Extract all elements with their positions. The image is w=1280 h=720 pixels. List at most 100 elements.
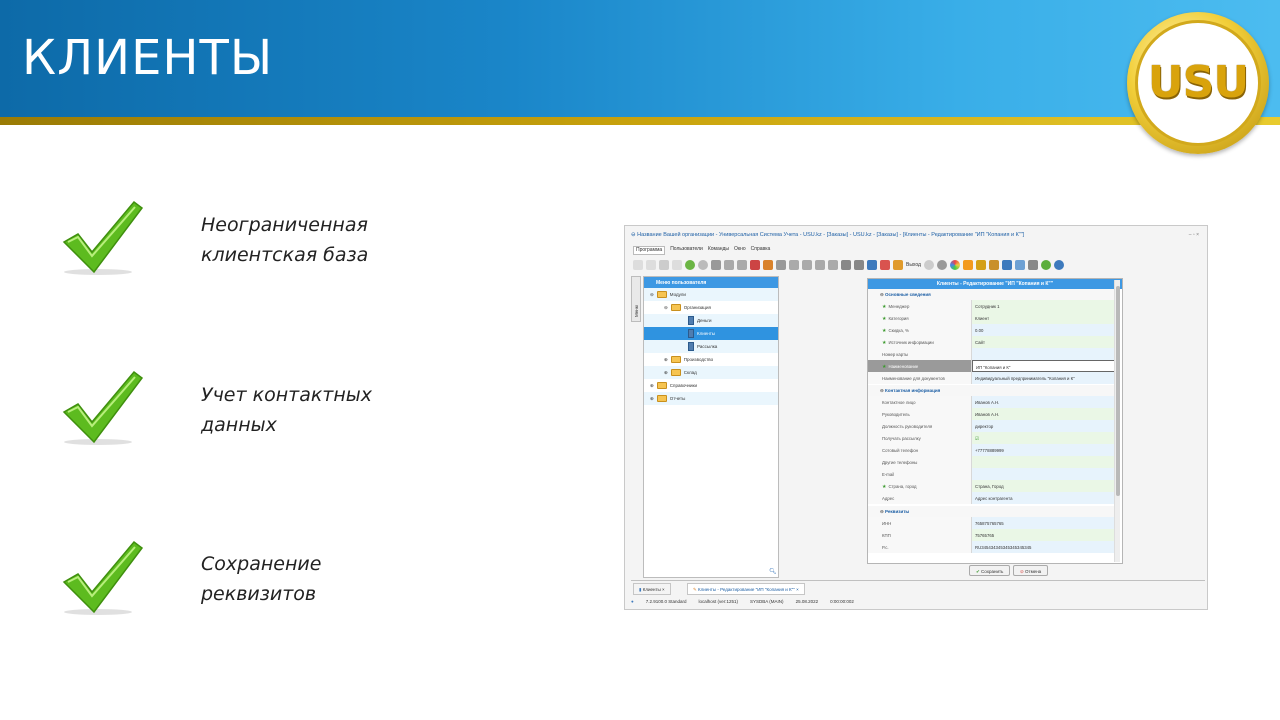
field-row[interactable]: Другие телефоны (868, 456, 1116, 468)
field-row[interactable]: Контактное лицо Иванов А.Н. (868, 396, 1116, 408)
side-tab-menu[interactable]: Меню (631, 276, 641, 322)
section-requisites[interactable]: ⊖ Реквизиты (868, 506, 1116, 517)
book-icon (688, 329, 694, 338)
app-screenshot: ⊖ Название Вашей организации - Универсал… (624, 225, 1208, 610)
field-row[interactable]: Должность руководителя директор (868, 420, 1116, 432)
folder-icon (670, 369, 681, 376)
field-row[interactable]: ★ Скидка, % 0.00 (868, 324, 1116, 336)
tab-clients[interactable]: ▮ Клиенты × (633, 583, 671, 595)
feature-2: Учет контактных данных (201, 380, 372, 440)
folder-icon (656, 291, 667, 298)
gear-icon[interactable] (936, 260, 947, 270)
feature-2-line2: данных (201, 414, 277, 436)
book-icon (688, 316, 694, 325)
field-row[interactable]: ★ Менеджер Сотрудник 1 (868, 300, 1116, 312)
field-row[interactable]: ★ Страна, город Страна, Город (868, 480, 1116, 492)
menu-program[interactable]: Программа (633, 246, 666, 255)
form-scrollbar[interactable] (1114, 280, 1120, 562)
field-row[interactable]: ★ Категория Клиент (868, 312, 1116, 324)
section-contacts[interactable]: ⊖ Контактная информация (868, 385, 1116, 396)
plug-icon[interactable] (1001, 260, 1012, 270)
field-row[interactable]: Адрес Адрес контрагента (868, 492, 1116, 504)
field-row[interactable]: Руководитель Иванов А.Н. (868, 408, 1116, 420)
lock-icon[interactable] (975, 260, 986, 270)
menu-help[interactable]: Справка (751, 246, 771, 255)
folder-icon (656, 395, 667, 402)
image-icon[interactable] (763, 260, 773, 270)
collapse-icon[interactable] (828, 260, 838, 270)
new-icon[interactable] (633, 260, 643, 270)
field-row[interactable]: ★ Источник информации Сайт (868, 336, 1116, 348)
ok-icon[interactable] (1040, 260, 1051, 270)
group-icon[interactable] (789, 260, 799, 270)
slide: КЛИЕНТЫ USU Неограниченная клиентская ба… (0, 0, 1280, 720)
field-row[interactable]: Получать рассылку ☑ (868, 432, 1116, 444)
window-icon[interactable] (867, 260, 877, 270)
field-row-selected[interactable]: ★ Наименование ИП "Копания и К" (868, 360, 1116, 372)
field-row[interactable]: Сотовый телефон +77778889999 (868, 444, 1116, 456)
edit-icon[interactable] (659, 260, 669, 270)
tree-item-references[interactable]: ⊕ Справочники (650, 379, 697, 392)
help-circle-icon[interactable] (923, 260, 934, 270)
field-row[interactable]: Наименование для документов Индивидуальн… (868, 372, 1116, 384)
status-server: localhost (ver:1251) (698, 598, 739, 604)
tree-item-production[interactable]: ⊕ Производство (664, 353, 713, 366)
flag-icon[interactable] (750, 260, 760, 270)
gold-stripe (0, 117, 1280, 125)
tree-item-modules[interactable]: ⊖ Модули (650, 288, 686, 301)
calendar-icon[interactable] (1014, 260, 1025, 270)
book-icon (688, 342, 694, 351)
exit-label[interactable]: Выход (906, 262, 921, 268)
save-button[interactable]: ✔ Сохранить (969, 565, 1011, 576)
field-row[interactable]: ИНН 765875765765 (868, 517, 1116, 529)
feature-1-line2: клиентская база (201, 244, 369, 266)
tree-header: Меню пользователя (644, 277, 778, 288)
tree-item-mailing[interactable]: Рассылка (688, 340, 717, 353)
tree-item-reports[interactable]: ⊕ Отчеты (650, 392, 685, 405)
copy-icon[interactable] (646, 260, 656, 270)
filter-clear-icon[interactable] (737, 260, 747, 270)
tab-client-edit[interactable]: ✎ Клиенты - Редактирование "ИП "Копания … (687, 583, 805, 595)
refresh-icon[interactable] (685, 260, 695, 270)
tree-item-warehouse[interactable]: ⊕ Склад (664, 366, 697, 379)
section-main[interactable]: ⊖ Основные сведения (868, 289, 1116, 300)
tree-item-organization[interactable]: ⊖ Организация (664, 301, 711, 314)
ungroup-icon[interactable] (802, 260, 812, 270)
menu-commands[interactable]: Команды (708, 246, 729, 255)
tree-item-clients[interactable]: Клиенты (688, 327, 715, 340)
print-icon[interactable] (854, 260, 864, 270)
rss-icon[interactable] (962, 260, 973, 270)
menu-window[interactable]: Окно (734, 246, 746, 255)
search-icon[interactable] (698, 260, 708, 270)
window-controls[interactable]: – ▫ × (1189, 232, 1199, 238)
info-icon: ● (631, 598, 634, 604)
export-icon[interactable] (841, 260, 851, 270)
delete-icon[interactable] (672, 260, 682, 270)
field-row[interactable]: Р.с. RU345434345345345345345 (868, 541, 1116, 553)
menu-bar: Программа Пользователи Команды Окно Спра… (633, 246, 770, 255)
users-icon[interactable] (988, 260, 999, 270)
expand-icon[interactable] (815, 260, 825, 270)
mailing-checkbox: ☑ (972, 432, 1116, 444)
field-row[interactable]: Номер карты (868, 348, 1116, 360)
cancel-button[interactable]: ⊘ Отмена (1013, 565, 1049, 576)
filter-icon[interactable] (711, 260, 721, 270)
tree-panel: Меню пользователя ⊖ Модули ⊖ Организация Д… (643, 276, 779, 578)
field-row[interactable]: КПП 75765765 (868, 529, 1116, 541)
field-row[interactable]: E-mail (868, 468, 1116, 480)
columns-icon[interactable] (776, 260, 786, 270)
filter-add-icon[interactable] (724, 260, 734, 270)
tree-item-money[interactable]: Деньги (688, 314, 712, 327)
printer-icon[interactable] (1027, 260, 1038, 270)
palette-icon[interactable] (949, 260, 960, 270)
close-window-icon[interactable] (880, 260, 890, 270)
feature-1: Неограниченная клиентская база (201, 210, 368, 270)
status-user: SYSDBA (MAIN) (750, 598, 784, 604)
search-icon[interactable]: 🔍︎ (769, 568, 777, 575)
checkmark-icon (62, 370, 144, 445)
status-bar: ● 7.2.9100.0 Standard localhost (ver:125… (631, 596, 1205, 606)
info-icon[interactable] (1053, 260, 1064, 270)
exit-icon[interactable] (893, 260, 903, 270)
checkmark-icon (62, 540, 144, 615)
menu-users[interactable]: Пользователи (670, 246, 703, 255)
